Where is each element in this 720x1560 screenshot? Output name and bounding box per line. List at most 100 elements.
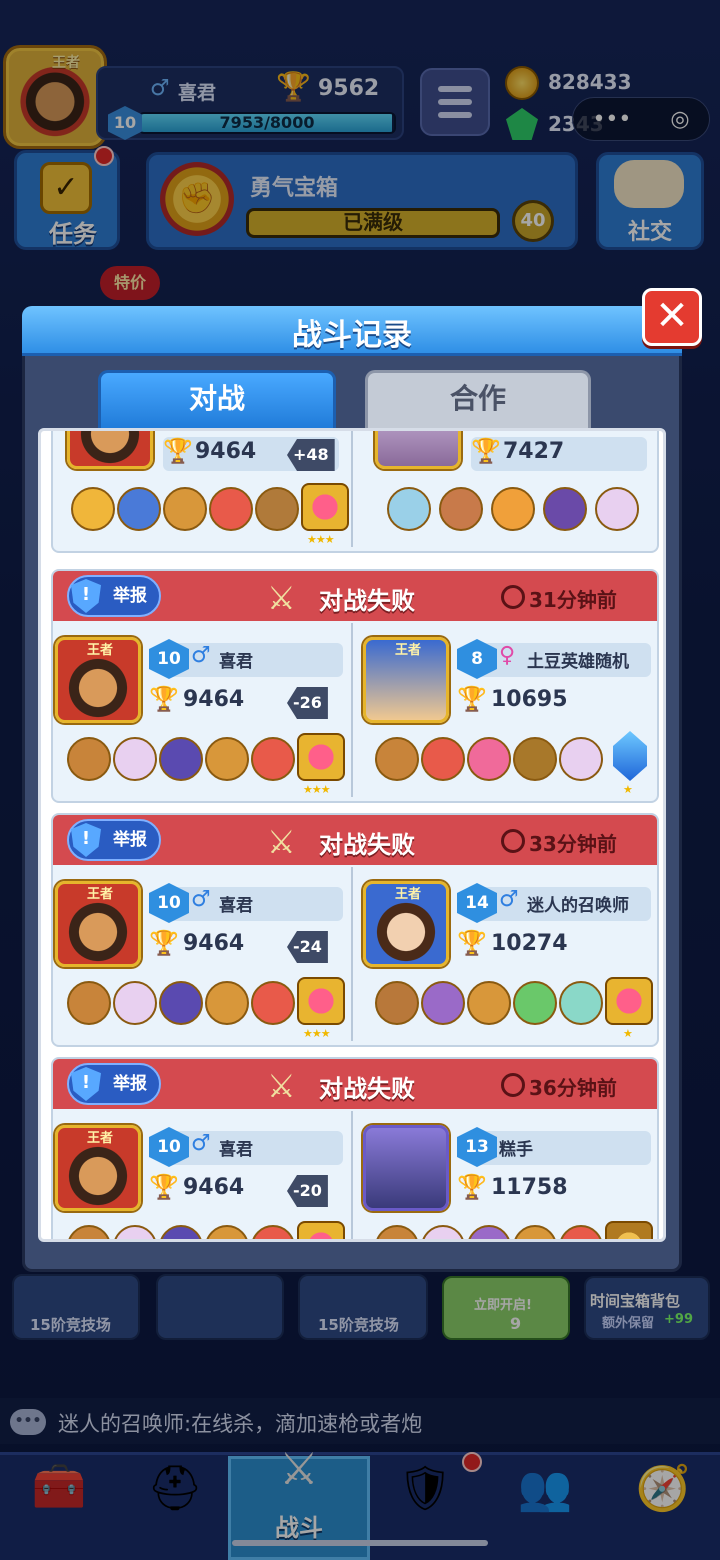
tab-coop[interactable]: 合作 [365,370,591,430]
card-divider [351,623,353,797]
opponent-info-bar [471,1131,651,1165]
hero-icon [467,737,511,781]
heart-card-icon [301,483,349,531]
player-trophies: 9464 [183,687,245,712]
gender-icon: ♀ [499,643,516,668]
hero-icon [113,1225,157,1239]
hero-icon [251,1225,295,1239]
battle-record-card: 举报 ! ⚔ 对战失败 33分钟前 王者 10 ♂ 喜君 🏆 9464 -24 … [51,813,659,1047]
battle-result: 对战失败 [319,831,415,859]
trophy-icon: 🏆 [149,685,179,713]
hero-icon [251,981,295,1025]
player-name: 喜君 [219,896,253,916]
opponent-avatar[interactable] [363,1125,449,1211]
heart-card-icon [605,977,653,1025]
player-info-bar [163,643,343,677]
player-info-bar [163,1131,343,1165]
hero-icon [159,1225,203,1239]
timer-icon [501,829,525,853]
battle-time: 31分钟前 [529,588,617,612]
player-info-bar [163,887,343,921]
hero-icon [375,1225,419,1239]
gender-icon: ♂ [191,1131,211,1156]
opponent-name: 糕手 [499,1140,533,1160]
player-name: 喜君 [219,652,253,672]
hero-icon [421,981,465,1025]
heart-card-icon [297,977,345,1025]
trophy-delta: -20 [287,1175,328,1207]
heart-card-icon [297,733,345,781]
opponent-trophies: 7427 [503,439,565,464]
hero-icon [67,1225,111,1239]
trophy-icon: 🏆 [163,437,193,465]
player-avatar[interactable] [67,431,153,469]
trophy-delta: -26 [287,687,328,719]
timer-icon [501,585,525,609]
hero-icon [559,737,603,781]
stars: ★ [623,783,633,796]
hero-icon [387,487,431,531]
crown-label: 王者 [395,887,422,902]
hero-icon [375,737,419,781]
player-trophies: 9464 [195,439,257,464]
gender-icon: ♂ [191,643,211,668]
hero-icon [159,981,203,1025]
hero-icon [513,1225,557,1239]
hero-icon [543,487,587,531]
broken-swords-icon: ⚔ [267,579,296,617]
battle-record-list[interactable]: 🏆 9464 +48 🏆 7427 ★★★ 举报 ! ⚔ 对战失败 31分钟前 … [38,428,666,1242]
battle-time: 36分钟前 [529,1076,617,1100]
hero-icon [163,487,207,531]
hero-icon [559,1225,603,1239]
trophy-icon: 🏆 [149,929,179,957]
opponent-trophies: 11758 [491,1175,568,1200]
opponent-trophies: 10695 [491,687,568,712]
trophy-icon: 🏆 [457,1173,487,1201]
card-divider [351,867,353,1041]
hero-icon [439,487,483,531]
player-trophies: 9464 [183,1175,245,1200]
hero-icon [67,737,111,781]
stars: ★★★ [307,533,335,546]
opponent-avatar[interactable] [375,431,461,469]
hero-icon [205,981,249,1025]
crown-label: 王者 [87,643,114,658]
trophy-delta: -24 [287,931,328,963]
hero-icon [595,487,639,531]
crown-label: 王者 [87,1131,114,1146]
crown-label: 王者 [395,643,422,658]
trophy-delta: +48 [287,439,335,471]
player-name: 喜君 [219,1140,253,1160]
hero-icon [491,487,535,531]
hero-icon [251,737,295,781]
card-divider [351,431,353,547]
hero-icon [421,737,465,781]
battle-record-card: 举报 ! ⚔ 对战失败 31分钟前 王者 10 ♂ 喜君 🏆 9464 -26 … [51,569,659,803]
stars: ★ [623,1027,633,1040]
tab-pvp[interactable]: 对战 [98,370,336,430]
hero-icon [67,981,111,1025]
hero-icon [467,981,511,1025]
hero-icon [513,737,557,781]
trophy-icon: 🏆 [149,1173,179,1201]
hero-icon [159,737,203,781]
hero-icon [513,981,557,1025]
hero-icon [209,487,253,531]
hero-icon [205,1225,249,1239]
hero-icon [113,737,157,781]
crown-label: 王者 [87,887,114,902]
battle-result: 对战失败 [319,1075,415,1103]
timer-icon [501,1073,525,1097]
gender-icon: ♂ [191,887,211,912]
gender-icon: ♂ [499,887,519,912]
trophy-icon: 🏆 [457,685,487,713]
trophy-icon: 🏆 [457,929,487,957]
hero-icon [375,981,419,1025]
trophy-icon: 🏆 [471,437,501,465]
hero-icon [113,981,157,1025]
hero-icon [559,981,603,1025]
hero-icon [205,737,249,781]
hero-icon [255,487,299,531]
close-button[interactable]: ✕ [642,288,702,346]
hero-icon [421,1225,465,1239]
